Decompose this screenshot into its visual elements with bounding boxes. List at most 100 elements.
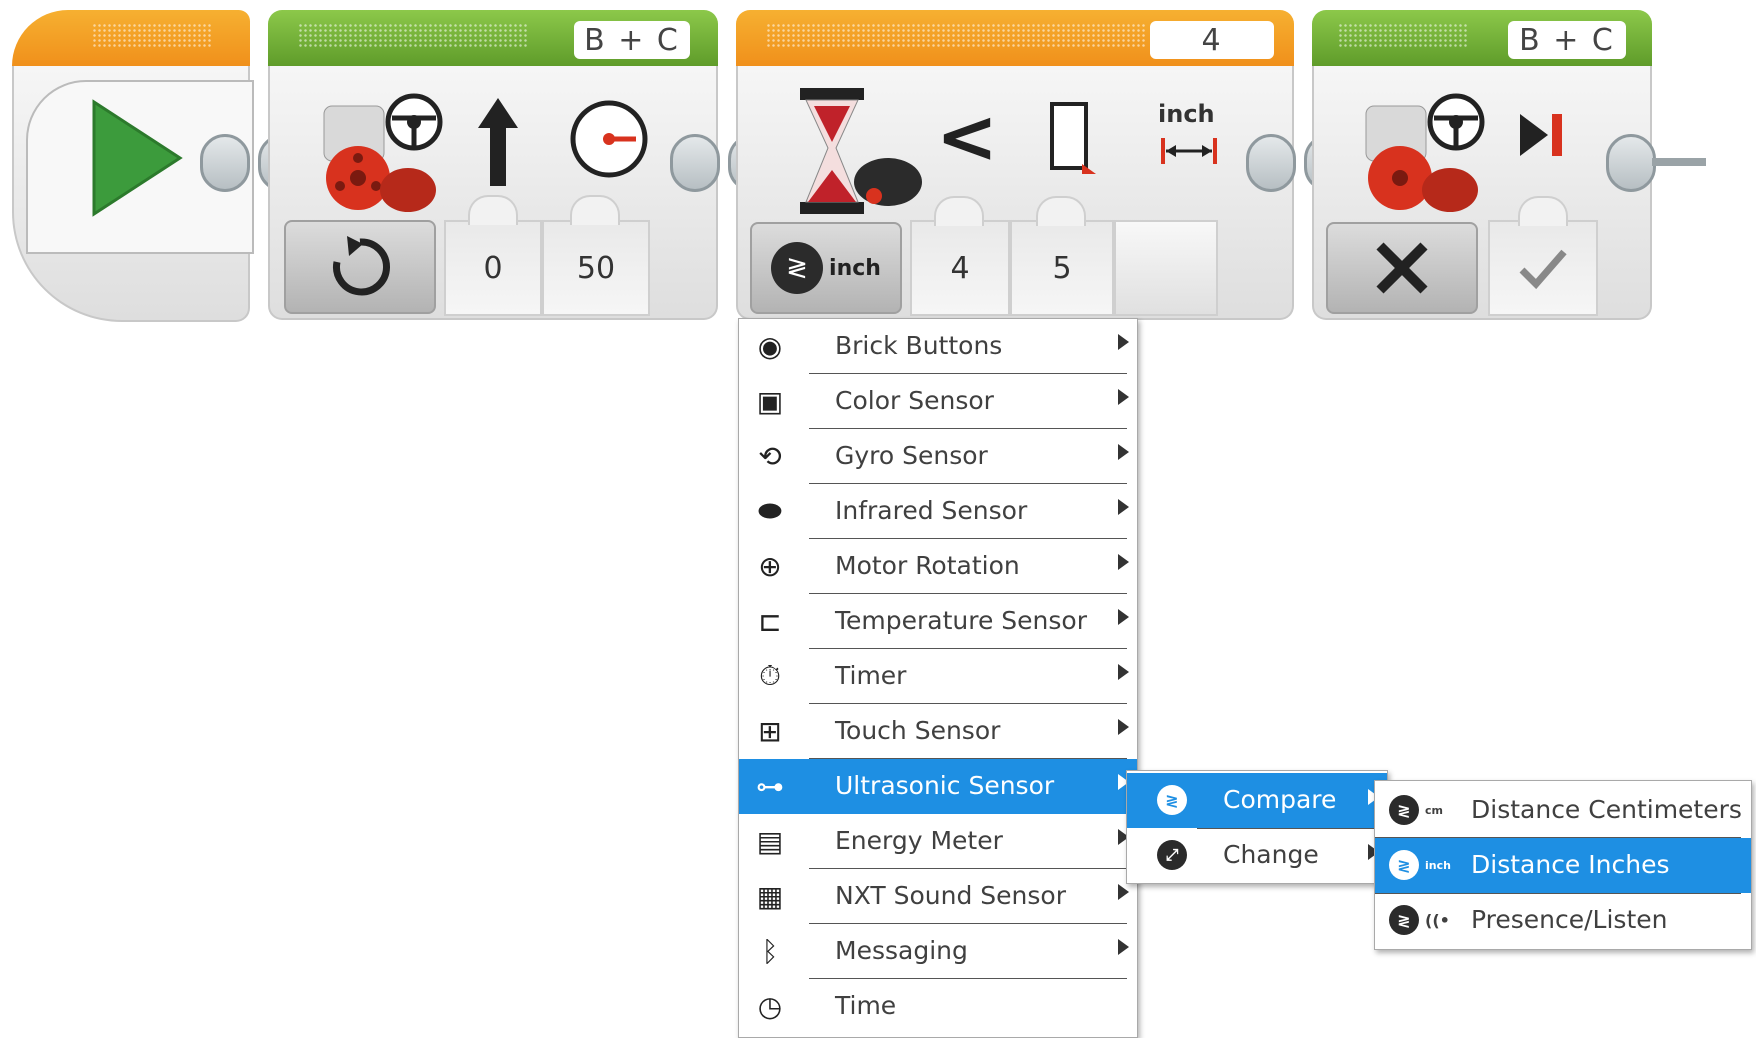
menu-item-label: Touch Sensor [835,716,1001,745]
menu-item-motor-rotation[interactable]: ⊕ Motor Rotation [739,539,1137,594]
menu-item-label: Temperature Sensor [835,606,1088,635]
play-icon[interactable] [88,98,184,218]
compare-type-input[interactable]: 4 [910,220,1010,316]
ultrasonic-sensor-icon: ⊶ [756,769,784,803]
infrared-sensor-icon: ⬬ [758,494,782,527]
param-tab [1518,196,1568,226]
menu-item-label: Timer [835,661,907,690]
sequence-wire-plug[interactable] [200,134,250,192]
chevron-right-icon [1118,444,1129,460]
menu-item-gyro-sensor[interactable]: ⟲ Gyro Sensor [739,429,1137,484]
ultrasonic-mode-icon: ≷ [771,242,824,294]
left-power-input[interactable]: 0 [444,220,542,316]
compare-icon: ≷ [1157,785,1187,815]
menu-item-label: Time [835,991,897,1020]
chevron-right-icon [1118,334,1129,350]
menu-item-energy-meter[interactable]: ▤ Energy Meter [739,814,1137,869]
param-tab [1036,196,1086,226]
submenu-item-label: Distance Inches [1471,850,1670,879]
menu-item-label: Brick Buttons [835,331,1003,360]
sequence-wire-plug[interactable] [1606,134,1656,192]
start-block-header [12,10,250,66]
threshold-value-input[interactable]: 5 [1010,220,1114,316]
tank-motor-icon [1365,93,1485,212]
wait-mode-selector-button[interactable]: ≷ inch [750,222,902,314]
hourglass-ultrasonic-icon [800,88,922,214]
menu-item-timer[interactable]: ⏱ Timer [739,649,1137,704]
off-mode-selector-button[interactable] [1326,222,1478,314]
submenu-item-change[interactable]: ⤢ Change [1127,828,1387,883]
move-tank-stop-header: B + C [1312,10,1652,66]
compare-submenu: ≷ cm Distance Centimeters ≷ inch Distanc… [1374,780,1752,950]
motor-port-selector[interactable]: B + C [574,21,690,59]
wait-block[interactable]: 4 < inch ≷ inch 4 5 [736,10,1294,320]
sequence-wire-plug[interactable] [1246,134,1296,192]
submenu-item-distance-centimeters[interactable]: ≷ cm Distance Centimeters [1375,783,1751,838]
stop-play-icon [1520,114,1562,156]
move-tank-header: B + C [268,10,718,66]
temperature-sensor-icon: ⊏ [758,604,782,638]
menu-item-color-sensor[interactable]: ▣ Color Sensor [739,374,1137,429]
mode-selector-button[interactable] [284,220,436,314]
param-tab [934,196,984,226]
chevron-right-icon [1118,939,1129,955]
right-power-input[interactable]: 50 [542,220,650,316]
submenu-item-label: Distance Centimeters [1471,795,1742,824]
time-icon: ◷ [757,989,783,1023]
sequence-wire-plug[interactable] [670,134,720,192]
sensor-port-selector[interactable]: 4 [1150,21,1274,59]
motor-rotation-icon: ⊕ [758,549,782,583]
distance-arrows-icon [1161,138,1217,164]
brake-at-end-input[interactable] [1488,220,1598,316]
motor-port-selector[interactable]: B + C [1508,21,1626,59]
param-tab [570,195,620,225]
close-icon [1376,242,1428,294]
check-icon [1519,249,1567,290]
rotate-reset-icon [333,236,390,296]
menu-item-brick-buttons[interactable]: ◉ Brick Buttons [739,319,1137,374]
energy-meter-icon: ▤ [756,824,784,858]
ultrasonic-cm-icon: ≷ [1389,795,1419,825]
nxt-sound-sensor-icon: ▦ [756,879,784,913]
ultrasonic-inch-icon: ≷ [1389,850,1419,880]
chevron-right-icon [1118,609,1129,625]
wait-header: 4 [736,10,1294,66]
param-tab [468,195,518,225]
power-speedometer-icon [570,100,648,178]
menu-item-ultrasonic-sensor[interactable]: ⊶ Ultrasonic Sensor [739,759,1137,814]
timer-icon: ⏱ [759,659,781,692]
submenu-item-presence-listen[interactable]: ≷ ((• Presence/Listen [1375,893,1751,948]
submenu-item-distance-inches[interactable]: ≷ inch Distance Inches [1375,838,1751,893]
menu-item-nxt-sound-sensor[interactable]: ▦ NXT Sound Sensor [739,869,1137,924]
unit-label: inch [1158,100,1215,128]
menu-item-infrared-sensor[interactable]: ⬬ Infrared Sensor [739,484,1137,539]
presence-listen-tag: ((• [1425,910,1450,930]
change-icon: ⤢ [1157,840,1187,870]
mode-unit-label: inch [829,255,881,281]
menu-item-messaging[interactable]: ᛒ Messaging [739,924,1137,979]
tank-motor-icon [323,93,443,212]
menu-item-label: Color Sensor [835,386,994,415]
menu-item-time[interactable]: ◷ Time [739,979,1137,1034]
menu-item-touch-sensor[interactable]: ⊞ Touch Sensor [739,704,1137,759]
less-than-icon: < [936,94,999,180]
gyro-sensor-icon: ⟲ [758,439,782,473]
submenu-separator [1375,893,1741,894]
move-tank-stop-block[interactable]: B + C [1312,10,1652,320]
output-value-plug[interactable] [1114,220,1218,316]
menu-item-label: Ultrasonic Sensor [835,771,1055,800]
submenu-item-label: Compare [1223,785,1337,814]
move-tank-block[interactable]: B + C 0 50 [268,10,718,320]
steering-arrow-up-icon [478,98,518,186]
menu-item-temperature-sensor[interactable]: ⊏ Temperature Sensor [739,594,1137,649]
submenu-separator [1197,828,1377,829]
chevron-right-icon [1118,389,1129,405]
chevron-right-icon [1118,884,1129,900]
color-sensor-icon: ▣ [756,384,784,418]
ultrasonic-presence-icon: ≷ [1389,905,1419,935]
chevron-right-icon [1118,499,1129,515]
menu-item-label: NXT Sound Sensor [835,881,1066,910]
brick-buttons-icon: ◉ [757,329,783,363]
submenu-item-compare[interactable]: ≷ Compare [1127,773,1387,828]
ultrasonic-submenu: ≷ Compare ⤢ Change [1126,770,1388,884]
